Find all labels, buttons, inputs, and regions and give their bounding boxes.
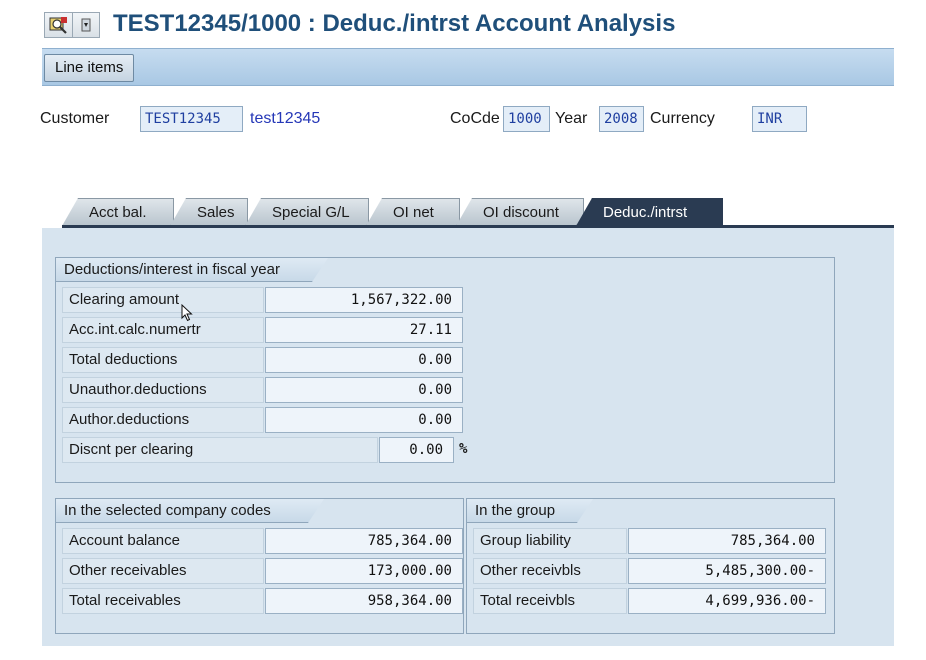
tab-deduc-intrst[interactable]: Deduc./intrst (576, 198, 723, 226)
account-balance-label: Account balance (62, 528, 264, 554)
currency-label: Currency (650, 110, 715, 127)
cocde-field[interactable]: 1000 (503, 106, 550, 132)
year-label: Year (555, 110, 588, 127)
other-receivbls-label: Other receivbls (473, 558, 627, 584)
mouse-cursor-icon (181, 303, 193, 322)
company-codes-group-title: In the selected company codes (56, 499, 324, 523)
tab-acct-bal[interactable]: Acct bal. (62, 198, 174, 226)
other-receivables-label: Other receivables (62, 558, 264, 584)
group-liability-label: Group liability (473, 528, 627, 554)
currency-field[interactable]: INR (752, 106, 807, 132)
acc-int-calc-value[interactable]: 27.11 (265, 317, 463, 343)
unauthor-deductions-value[interactable]: 0.00 (265, 377, 463, 403)
dropdown-arrow-icon[interactable] (73, 13, 99, 37)
discnt-per-clearing-value[interactable]: 0.00 (379, 437, 454, 463)
customer-name: test12345 (250, 110, 321, 127)
acc-int-calc-label: Acc.int.calc.numertr (62, 317, 264, 343)
total-receivbls-value[interactable]: 4,699,936.00- (628, 588, 826, 614)
percent-sign: % (459, 441, 468, 457)
total-receivbls-label: Total receivbls (473, 588, 627, 614)
customer-id-field[interactable]: TEST12345 (140, 106, 243, 132)
cocde-label: CoCde (450, 110, 500, 127)
title-icon-group[interactable] (44, 12, 100, 38)
total-deductions-value[interactable]: 0.00 (265, 347, 463, 373)
total-receivables-label: Total receivables (62, 588, 264, 614)
application-toolbar (42, 48, 894, 86)
clearing-amount-label: Clearing amount (62, 287, 264, 313)
unauthor-deductions-label: Unauthor.deductions (62, 377, 264, 403)
author-deductions-label: Author.deductions (62, 407, 264, 433)
tab-special-gl[interactable]: Special G/L (245, 198, 369, 226)
tab-oi-net[interactable]: OI net (366, 198, 460, 226)
deductions-group-title: Deductions/interest in fiscal year (56, 258, 328, 282)
window-title: TEST12345/1000 : Deduc./intrst Account A… (113, 10, 676, 37)
clearing-amount-value[interactable]: 1,567,322.00 (265, 287, 463, 313)
display-change-icon[interactable] (45, 13, 73, 37)
tab-oi-discount[interactable]: OI discount (456, 198, 584, 226)
discnt-per-clearing-label: Discnt per clearing (62, 437, 378, 463)
other-receivables-value[interactable]: 173,000.00 (265, 558, 463, 584)
group-liability-value[interactable]: 785,364.00 (628, 528, 826, 554)
customer-label: Customer (40, 110, 110, 127)
other-receivbls-value[interactable]: 5,485,300.00- (628, 558, 826, 584)
line-items-button[interactable]: Line items (44, 54, 135, 82)
in-the-group-title: In the group (467, 499, 593, 523)
year-field[interactable]: 2008 (599, 106, 644, 132)
total-deductions-label: Total deductions (62, 347, 264, 373)
total-receivables-value[interactable]: 958,364.00 (265, 588, 463, 614)
account-balance-value[interactable]: 785,364.00 (265, 528, 463, 554)
author-deductions-value[interactable]: 0.00 (265, 407, 463, 433)
